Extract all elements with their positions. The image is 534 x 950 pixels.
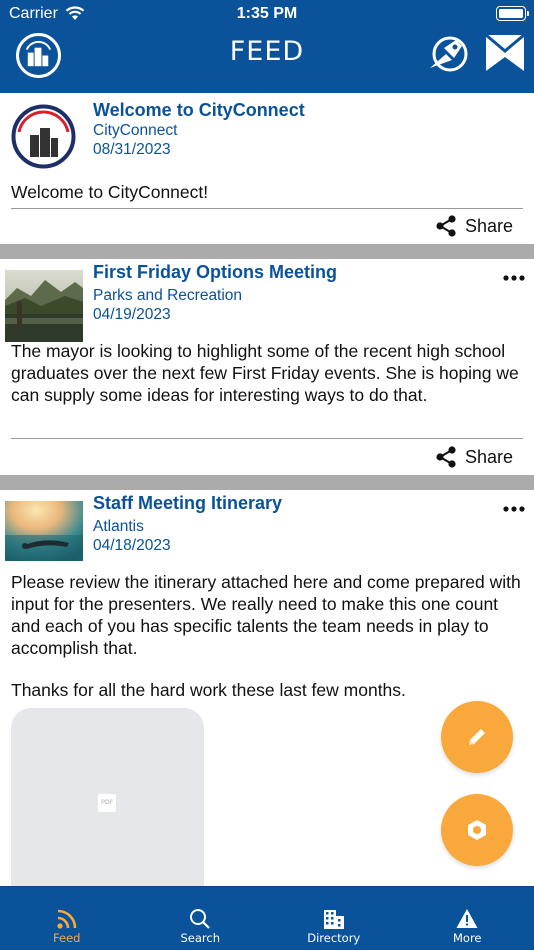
post-body-paragraph: Please review the itinerary attached her… bbox=[11, 572, 521, 658]
tab-feed[interactable]: Feed bbox=[0, 887, 134, 950]
cityconnect-logo-icon bbox=[11, 104, 76, 169]
tab-label: More bbox=[452, 931, 482, 945]
share-button[interactable]: Share bbox=[435, 215, 513, 237]
edit-icon bbox=[469, 729, 485, 745]
settings-button[interactable] bbox=[441, 794, 513, 866]
post-body-paragraph: Thanks for all the hard work these last … bbox=[11, 680, 406, 700]
post-title[interactable]: Staff Meeting Itinerary bbox=[93, 493, 282, 514]
app-header: Carrier 1:35 PM FEED bbox=[0, 0, 534, 93]
tab-label: Feed bbox=[53, 931, 81, 945]
building-icon bbox=[323, 910, 344, 929]
post-date: 04/18/2023 bbox=[93, 537, 171, 554]
post-body: Welcome to CityConnect! bbox=[11, 182, 209, 202]
settings-hex-icon bbox=[468, 820, 486, 840]
status-bar: Carrier 1:35 PM bbox=[0, 0, 534, 30]
feed-post[interactable]: First Friday Options Meeting Parks and R… bbox=[0, 259, 534, 475]
share-icon bbox=[436, 215, 456, 237]
divider bbox=[11, 438, 523, 439]
post-source: Atlantis bbox=[93, 518, 144, 535]
pdf-attachment[interactable]: PDF bbox=[11, 708, 204, 908]
battery-icon bbox=[496, 6, 529, 21]
share-label: Share bbox=[464, 446, 513, 467]
post-title[interactable]: Welcome to CityConnect bbox=[93, 100, 305, 121]
post-date: 08/31/2023 bbox=[93, 141, 171, 158]
post-source: Parks and Recreation bbox=[93, 287, 243, 304]
tab-search[interactable]: Search bbox=[134, 887, 268, 950]
post-separator bbox=[0, 475, 534, 490]
pdf-icon: PDF bbox=[98, 794, 116, 812]
tab-bar: Feed Search Directory More bbox=[0, 886, 534, 950]
share-label: Share bbox=[464, 215, 513, 236]
post-title[interactable]: First Friday Options Meeting bbox=[93, 262, 337, 283]
tab-label: Directory bbox=[307, 931, 361, 945]
tab-directory[interactable]: Directory bbox=[267, 887, 401, 950]
rocket-icon[interactable] bbox=[426, 34, 468, 74]
warning-icon bbox=[456, 909, 478, 928]
rss-icon bbox=[57, 909, 77, 929]
more-options-icon[interactable] bbox=[503, 506, 525, 512]
share-icon bbox=[436, 446, 456, 468]
inbox-icon[interactable] bbox=[484, 33, 526, 73]
search-icon bbox=[190, 909, 211, 929]
more-options-icon[interactable] bbox=[503, 275, 525, 281]
post-body: The mayor is looking to highlight some o… bbox=[11, 341, 519, 405]
compose-button[interactable] bbox=[441, 701, 513, 773]
underwater-swimmer-photo bbox=[5, 501, 83, 561]
tab-label: Search bbox=[180, 931, 220, 945]
post-date: 04/19/2023 bbox=[93, 306, 171, 323]
feed-post[interactable]: Welcome to CityConnect CityConnect 08/31… bbox=[0, 93, 534, 244]
divider bbox=[11, 208, 523, 209]
mountain-lake-photo bbox=[5, 270, 83, 342]
tab-more[interactable]: More bbox=[401, 887, 534, 950]
post-separator bbox=[0, 244, 534, 259]
post-source: CityConnect bbox=[93, 122, 178, 139]
status-time: 1:35 PM bbox=[236, 5, 298, 22]
share-button[interactable]: Share bbox=[435, 446, 513, 468]
